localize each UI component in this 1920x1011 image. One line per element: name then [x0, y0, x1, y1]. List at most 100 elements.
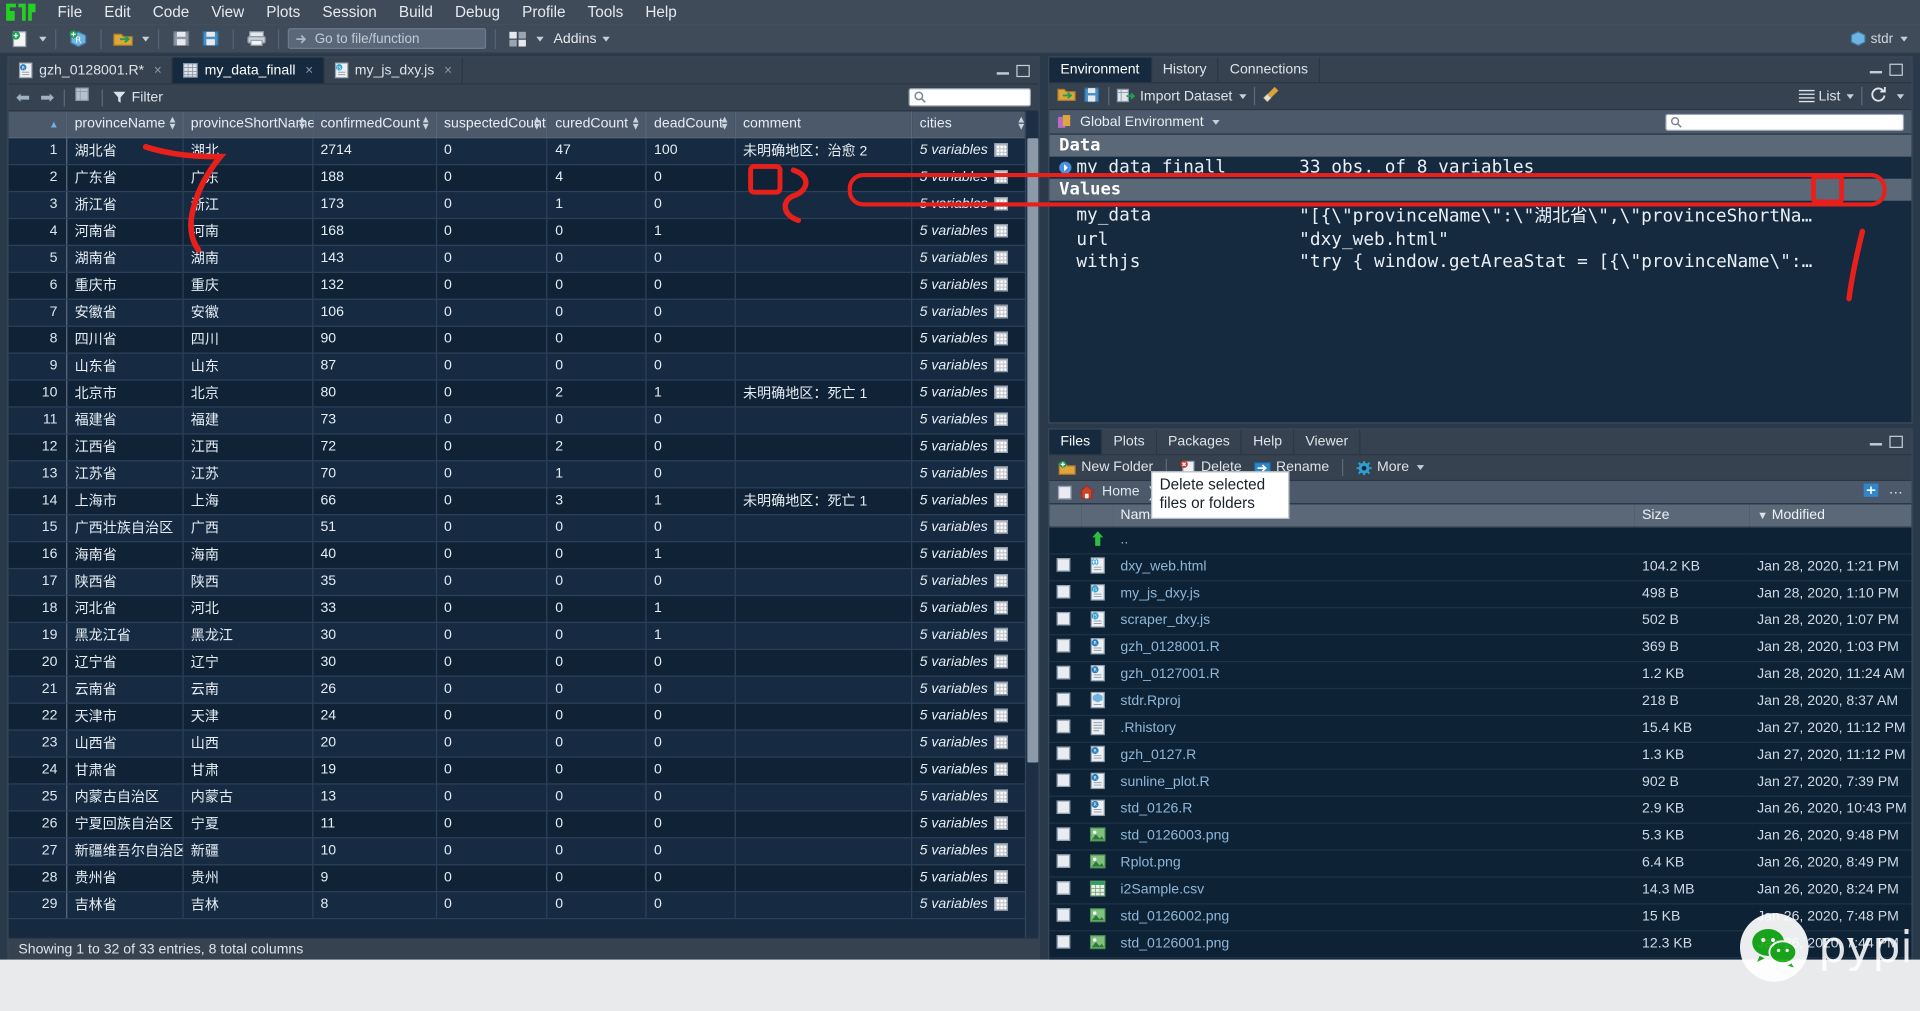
forward-arrow-icon[interactable]: ➡	[40, 87, 54, 108]
cell-cities[interactable]: 5 variables	[911, 864, 1033, 892]
open-file-caret-icon[interactable]	[142, 36, 150, 42]
table-row[interactable]: 14 上海市 上海 66 0 3 1 未明确地区：死亡 1 5 variables	[8, 487, 1033, 515]
cell-cities[interactable]: 5 variables	[911, 217, 1033, 246]
cell-cities[interactable]: 5 variables	[911, 379, 1033, 407]
new-folder-button[interactable]: New Folder	[1058, 460, 1153, 476]
menu-profile[interactable]: Profile	[511, 1, 576, 23]
sort-icon[interactable]: ▲ ▼	[421, 115, 431, 132]
source-tab-gzh_0128001[interactable]: R gzh_0128001.R* ×	[8, 57, 173, 84]
nested-data-icon[interactable]	[993, 493, 1008, 507]
environment-variable-row[interactable]: my_data_finall 33 obs. of 8 variables	[1049, 157, 1911, 179]
nested-data-icon[interactable]	[993, 143, 1008, 157]
nested-data-icon[interactable]	[993, 412, 1008, 426]
file-name-cell[interactable]: Rplot.png	[1113, 849, 1635, 877]
col-header-cities[interactable]: cities ▲ ▼	[911, 111, 1033, 138]
cell-cities[interactable]: 5 variables	[911, 433, 1033, 461]
menu-help[interactable]: Help	[634, 1, 688, 23]
file-name-cell[interactable]: sunline_plot.R	[1113, 768, 1635, 797]
chevron-down-icon[interactable]	[1212, 119, 1220, 125]
data-grid-scrollbar[interactable]	[1024, 111, 1039, 938]
col-header-provinceName[interactable]: provinceName ▲ ▼	[66, 111, 184, 138]
cell-cities[interactable]: 5 variables	[911, 271, 1033, 300]
file-checkbox[interactable]	[1056, 800, 1071, 814]
sort-icon[interactable]: ▲ ▼	[720, 115, 730, 132]
file-checkbox[interactable]	[1056, 935, 1071, 949]
tab-help[interactable]: Help	[1242, 429, 1295, 455]
chevron-down-icon[interactable]	[1896, 93, 1905, 99]
file-name-cell[interactable]: gzh_0127.R	[1113, 741, 1635, 770]
cell-cities[interactable]: 5 variables	[911, 594, 1033, 623]
refresh-environment-button[interactable]	[1870, 86, 1887, 107]
nested-data-icon[interactable]	[993, 627, 1008, 642]
file-row[interactable]: stdr.Rproj 218 B Jan 28, 2020, 8:37 AM	[1049, 687, 1912, 716]
file-name-link[interactable]: ..	[1120, 532, 1128, 547]
file-row[interactable]: Rgzh_0127.R 1.3 KB Jan 27, 2020, 11:12 PM	[1049, 741, 1912, 770]
file-row[interactable]: Rsunline_plot.R 902 B Jan 27, 2020, 7:39 P…	[1049, 768, 1912, 797]
table-row[interactable]: 13 江苏省 江苏 70 0 1 0 5 variables	[8, 460, 1033, 488]
file-row[interactable]: JS my_js_dxy.js 498 B Jan 28, 2020, 1:10 PM	[1049, 580, 1912, 608]
maximize-icon[interactable]	[1016, 64, 1030, 77]
expand-icon[interactable]	[1059, 161, 1072, 174]
file-name-cell[interactable]: std_0126003.png	[1113, 822, 1635, 851]
cell-cities[interactable]: 5 variables	[911, 702, 1033, 731]
cell-cities[interactable]: 5 variables	[911, 352, 1033, 381]
file-checkbox[interactable]	[1056, 665, 1071, 680]
files-overflow-icon[interactable]: ⋯	[1889, 483, 1903, 501]
file-row[interactable]: Rstd_0126.R 2.9 KB Jan 26, 2020, 10:43 PM	[1049, 795, 1912, 824]
source-tab-my_js_dxy[interactable]: JS my_js_dxy.js ×	[324, 57, 464, 84]
table-row[interactable]: 12 江西省 江西 72 0 2 0 5 variables	[8, 433, 1033, 461]
sort-icon[interactable]: ▲ ▼	[168, 115, 178, 132]
cell-cities[interactable]: 5 variables	[911, 325, 1033, 354]
file-checkbox[interactable]	[1056, 611, 1071, 626]
cell-cities[interactable]: 5 variables	[911, 783, 1033, 811]
menu-build[interactable]: Build	[388, 1, 444, 23]
table-row[interactable]: 8 四川省 四川 90 0 0 0 5 variables	[8, 325, 1033, 354]
tab-history[interactable]: History	[1151, 57, 1219, 83]
file-checkbox[interactable]	[1056, 585, 1071, 599]
close-icon[interactable]: ×	[444, 63, 452, 78]
menu-edit[interactable]: Edit	[93, 1, 141, 23]
cell-cities[interactable]: 5 variables	[911, 675, 1033, 704]
file-checkbox[interactable]	[1056, 854, 1071, 868]
cell-cities[interactable]: 5 variables	[911, 891, 1033, 919]
file-name-cell[interactable]: dxy_web.html	[1113, 553, 1635, 581]
nested-data-icon[interactable]	[993, 897, 1008, 911]
table-row[interactable]: 6 重庆市 重庆 132 0 0 0 5 variables	[8, 271, 1033, 300]
save-all-button[interactable]	[197, 26, 224, 50]
file-name-cell[interactable]: stdr.Rproj	[1113, 687, 1635, 716]
nested-data-icon[interactable]	[993, 304, 1008, 319]
file-name-cell[interactable]: i2Sample.csv	[1113, 876, 1635, 904]
sort-icon[interactable]: ▲ ▼	[631, 115, 641, 132]
sort-icon[interactable]: ▲ ▼	[532, 115, 542, 132]
menu-plots[interactable]: Plots	[255, 1, 311, 23]
file-checkbox[interactable]	[1056, 746, 1071, 761]
maximize-icon[interactable]	[1889, 435, 1903, 448]
file-name-cell[interactable]: my_js_dxy.js	[1113, 580, 1635, 608]
tab-packages[interactable]: Packages	[1156, 429, 1243, 455]
table-row[interactable]: 19 黑龙江省 黑龙江 30 0 0 1 5 variables	[8, 621, 1033, 650]
cell-cities[interactable]: 5 variables	[911, 837, 1033, 865]
nested-data-icon[interactable]	[993, 843, 1008, 857]
file-checkbox[interactable]	[1056, 827, 1071, 841]
menu-session[interactable]: Session	[311, 1, 388, 23]
col-header-suspectedCount[interactable]: suspectedCount ▲ ▼	[436, 111, 548, 138]
col-header-curedCount[interactable]: curedCount ▲ ▼	[547, 111, 647, 138]
table-row[interactable]: 23 山西省 山西 20 0 0 0 5 variables	[8, 729, 1033, 758]
view-mode-list-button[interactable]: List	[1798, 89, 1854, 103]
file-name-link[interactable]: gzh_0127001.R	[1120, 667, 1219, 682]
table-row[interactable]: 24 甘肃省 甘肃 19 0 0 0 5 variables	[8, 756, 1033, 784]
back-arrow-icon[interactable]: ⬅	[16, 87, 30, 108]
breadcrumb[interactable]: Home	[1102, 485, 1140, 500]
file-checkbox[interactable]	[1056, 719, 1071, 734]
table-row[interactable]: 15 广西壮族自治区 广西 51 0 0 0 5 variables	[8, 514, 1033, 542]
new-file-button[interactable]	[7, 26, 34, 50]
pane-layout-button[interactable]	[504, 26, 531, 50]
cell-cities[interactable]: 5 variables	[911, 756, 1033, 784]
nested-data-icon[interactable]	[993, 250, 1008, 265]
file-name-link[interactable]: std_0126002.png	[1120, 909, 1229, 924]
table-row[interactable]: 17 陕西省 陕西 35 0 0 0 5 variables	[8, 567, 1033, 596]
nested-data-icon[interactable]	[993, 331, 1008, 346]
sort-icon[interactable]: ▲ ▼	[297, 115, 307, 132]
table-row[interactable]: 7 安徽省 安徽 106 0 0 0 5 variables	[8, 298, 1033, 327]
data-grid[interactable]: ▲ provinceName ▲▼ provinceShortName ▲▼	[8, 111, 1039, 938]
